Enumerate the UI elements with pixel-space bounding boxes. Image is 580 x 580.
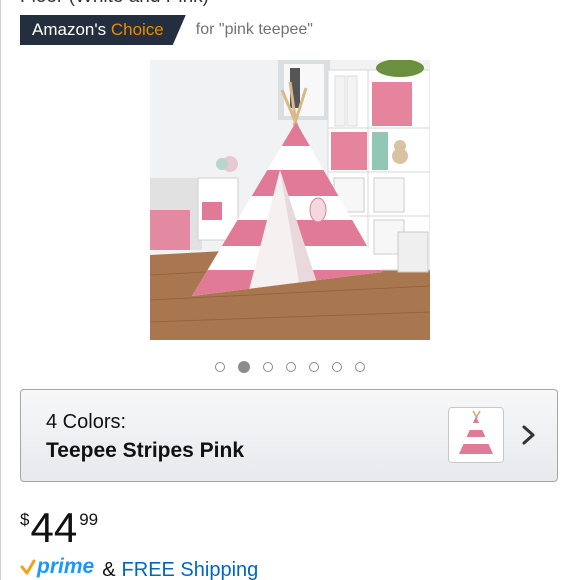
badge-query: for "pink teepee": [195, 21, 313, 38]
shipping-row: prime & FREE Shipping: [20, 555, 258, 580]
page-left-border: [0, 0, 1, 580]
amazons-choice-row: Amazon's Choice for "pink teepee": [20, 15, 313, 45]
prime-label: prime: [37, 555, 95, 578]
gallery-pagination: [0, 361, 580, 373]
gallery-dot[interactable]: [215, 362, 225, 372]
chevron-right-icon[interactable]: [519, 423, 539, 447]
gallery-dot[interactable]: [286, 362, 296, 372]
color-variant-selector[interactable]: 4 Colors: Teepee Stripes Pink: [20, 389, 558, 482]
variant-count-label: 4 Colors:: [46, 411, 127, 433]
price-currency-symbol: $: [20, 510, 30, 529]
variant-selected-name: Teepee Stripes Pink: [46, 439, 245, 462]
gallery-dot[interactable]: [263, 362, 273, 372]
price-fraction: 99: [79, 510, 99, 529]
prime-check-icon: [20, 559, 36, 575]
badge-label-prefix: Amazon's: [32, 20, 111, 39]
shipping-ampersand: &: [102, 559, 116, 580]
product-title: Floor (White and Pink): [20, 0, 209, 8]
teepee-photo: [150, 60, 430, 340]
gallery-dot-active[interactable]: [238, 361, 250, 373]
product-image[interactable]: [150, 60, 430, 340]
free-shipping-link[interactable]: FREE Shipping: [122, 559, 259, 580]
teepee-thumbnail-image: [449, 408, 503, 462]
gallery-dot[interactable]: [355, 362, 365, 372]
badge-label-accent: Choice: [110, 20, 164, 39]
amazons-choice-badge[interactable]: Amazon's Choice: [20, 15, 186, 45]
gallery-dot[interactable]: [309, 362, 319, 372]
product-page: Floor (White and Pink) Amazon's Choice f…: [0, 0, 580, 580]
gallery-dot[interactable]: [332, 362, 342, 372]
prime-logo[interactable]: prime: [20, 555, 94, 579]
variant-thumbnail: [448, 407, 504, 463]
price: $ 44 99: [20, 504, 99, 551]
price-whole: 44: [30, 504, 78, 551]
